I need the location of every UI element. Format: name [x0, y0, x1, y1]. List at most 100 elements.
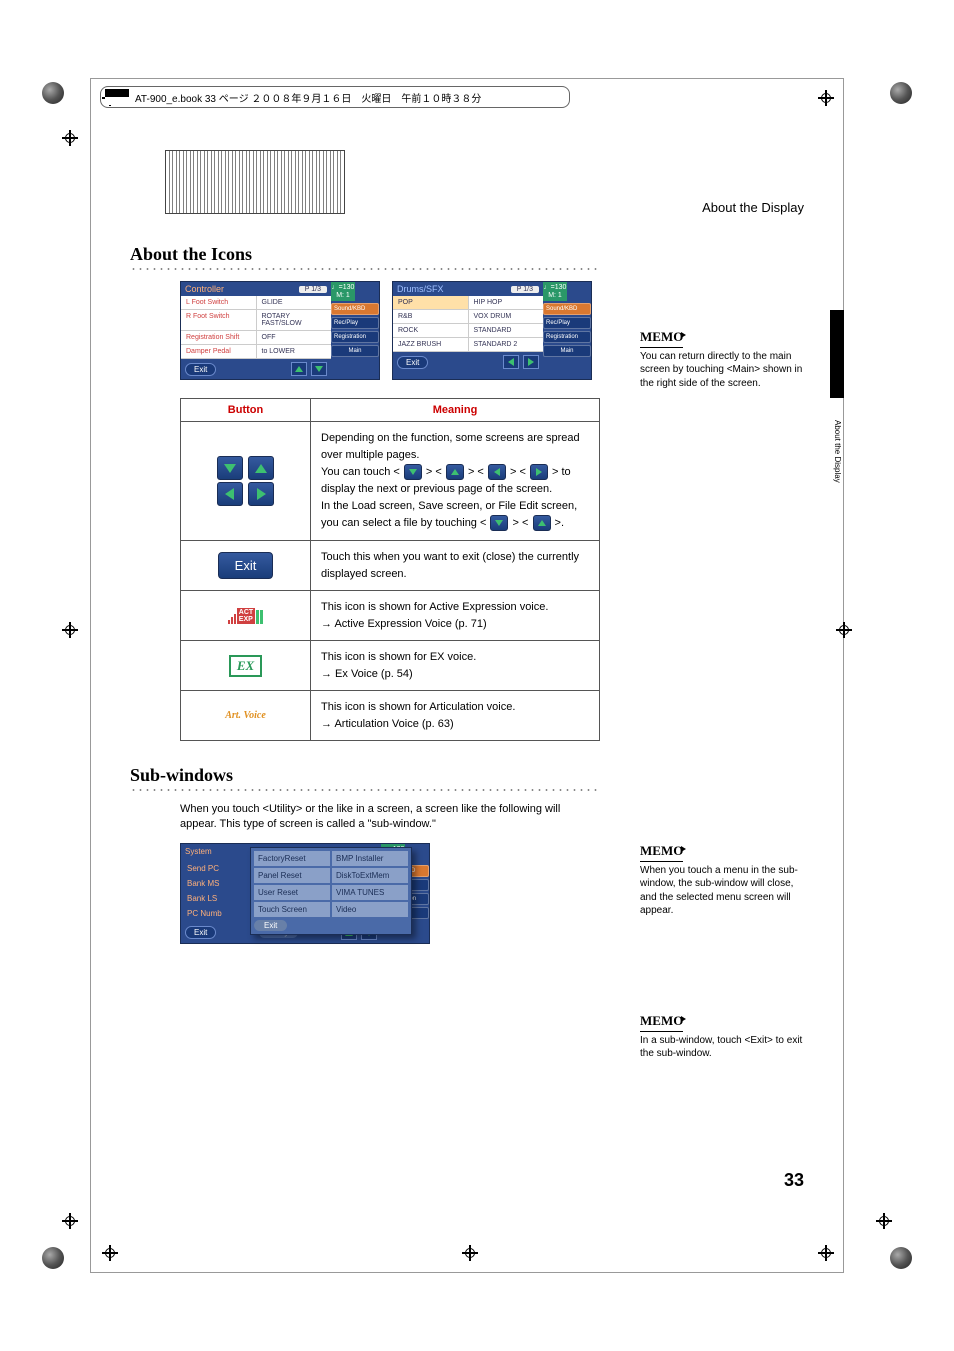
rule	[130, 788, 600, 792]
arrow-left-icon[interactable]	[217, 482, 243, 506]
table-cell-meaning: This icon is shown for EX voice. → Ex Vo…	[311, 641, 599, 690]
side-button-sound[interactable]: Sound/KBD	[331, 303, 379, 315]
exit-button[interactable]: Exit	[185, 926, 216, 939]
row-value: OFF	[256, 331, 332, 345]
row-label: Registration Shift	[181, 331, 256, 345]
ex-voice-icon: EX	[229, 655, 262, 677]
arrow-right-icon[interactable]	[248, 482, 274, 506]
arrow-up-icon[interactable]	[248, 456, 274, 480]
section-heading-subwindows: Sub-windows	[130, 765, 794, 786]
menu-item[interactable]: VIMA TUNES	[332, 885, 408, 900]
table-header-meaning: Meaning	[311, 399, 599, 422]
registration-mark	[818, 1245, 834, 1261]
table-cell-meaning: Depending on the function, some screens …	[311, 422, 599, 540]
arrow-down-icon	[490, 515, 508, 531]
page-left-icon[interactable]	[503, 355, 519, 369]
crop-mark-tr	[890, 82, 912, 104]
page-indicator: P 1/3	[511, 286, 539, 293]
side-button-main[interactable]: Main	[331, 345, 379, 357]
table-cell-meaning: This icon is shown for Active Expression…	[311, 591, 599, 640]
side-button-main[interactable]: Main	[543, 345, 591, 357]
arrow-up-icon	[533, 515, 551, 531]
registration-mark	[62, 622, 78, 638]
menu-item[interactable]: BMP Installer	[332, 851, 408, 866]
memo-label: MEMO	[640, 842, 683, 862]
menu-item[interactable]: FactoryReset	[254, 851, 330, 866]
menu-item[interactable]: Panel Reset	[254, 868, 330, 883]
page-up-icon[interactable]	[291, 362, 307, 376]
menu-item[interactable]: Video	[332, 902, 408, 917]
memo-text: In a sub-window, touch <Exit> to exit th…	[640, 1034, 810, 1061]
header-text: AT-900_e.book 33 ページ ２００８年９月１６日 火曜日 午前１０…	[135, 90, 481, 105]
row-value: STANDARD 2	[468, 338, 544, 352]
menu-item[interactable]: DiskToExtMem	[332, 868, 408, 883]
arrow-down-icon	[404, 464, 422, 480]
breadcrumb: About the Display	[702, 200, 804, 215]
table-header-button: Button	[181, 399, 311, 422]
crop-mark-br	[890, 1247, 912, 1269]
exit-button[interactable]: Exit	[185, 363, 216, 376]
row-label: R Foot Switch	[181, 310, 256, 331]
arrow-up-icon	[446, 464, 464, 480]
row-value: to LOWER	[256, 345, 332, 359]
crop-mark-bl	[42, 1247, 64, 1269]
row-value: GLIDE	[256, 296, 332, 310]
memo-label: MEMO	[640, 1012, 683, 1032]
row-label: JAZZ BRUSH	[393, 338, 468, 352]
page-down-icon[interactable]	[311, 362, 327, 376]
document-header: AT-900_e.book 33 ページ ２００８年９月１６日 火曜日 午前１０…	[100, 86, 570, 108]
keyboard-diagram	[165, 150, 345, 214]
page-right-icon[interactable]	[523, 355, 539, 369]
icon-meaning-table: Button Meaning Depending on the function…	[180, 398, 600, 741]
arrow-down-icon[interactable]	[217, 456, 243, 480]
memo-block: MEMO In a sub-window, touch <Exit> to ex…	[640, 1012, 810, 1061]
row-label: POP	[393, 296, 468, 310]
memo-text: You can return directly to the main scre…	[640, 350, 810, 391]
row-value: ROTARY FAST/SLOW	[256, 310, 332, 331]
registration-mark	[462, 1245, 478, 1261]
registration-mark	[876, 1213, 892, 1229]
menu-item[interactable]: Touch Screen	[254, 902, 330, 917]
tempo-indicator: ♩=130 M: 1	[543, 282, 567, 301]
row-label: Damper Pedal	[181, 345, 256, 359]
side-button-recplay[interactable]: Rec/Play	[543, 317, 591, 329]
side-button-recplay[interactable]: Rec/Play	[331, 317, 379, 329]
overlay-exit-button[interactable]: Exit	[254, 920, 287, 931]
screen-title: System	[185, 847, 212, 856]
memo-block: MEMO When you touch a menu in the sub-wi…	[640, 842, 810, 918]
exit-button[interactable]: Exit	[397, 356, 428, 369]
articulation-voice-icon: Art. Voice	[225, 711, 266, 721]
exit-button-icon[interactable]: Exit	[218, 552, 274, 579]
memo-label: MEMO	[640, 328, 683, 348]
sample-screen-controller: Controller P 1/3 L Foot SwitchGLIDE R Fo…	[180, 281, 380, 380]
side-button-registration[interactable]: Registration	[543, 331, 591, 343]
screen-title: Controller	[185, 284, 224, 294]
book-icon	[105, 89, 129, 105]
registration-mark	[818, 90, 834, 106]
registration-mark	[836, 622, 852, 638]
memo-text: When you touch a menu in the sub-window,…	[640, 864, 810, 918]
side-button-registration[interactable]: Registration	[331, 331, 379, 343]
side-label: About the Display	[833, 420, 842, 483]
row-value: VOX DRUM	[468, 310, 544, 324]
crop-mark-tl	[42, 82, 64, 104]
table-cell-meaning: Touch this when you want to exit (close)…	[311, 541, 599, 590]
thumb-tab	[830, 310, 844, 398]
rule	[130, 267, 600, 271]
arrow-left-icon	[488, 464, 506, 480]
menu-item[interactable]: User Reset	[254, 885, 330, 900]
subwindow-figure: System Send PC Bank MS Bank LS PC Numb E…	[180, 843, 440, 944]
tempo-indicator: ♩=130 M: 1	[331, 282, 355, 301]
registration-mark	[62, 130, 78, 146]
subwindow-overlay: FactoryReset BMP Installer Panel Reset D…	[250, 847, 412, 935]
row-label: R&B	[393, 310, 468, 324]
sample-screen-drums: Drums/SFX P 1/3 POPHIP HOP R&BVOX DRUM R…	[392, 281, 592, 380]
active-expression-icon: ACTEXP	[228, 608, 263, 624]
section-paragraph: When you touch <Utility> or the like in …	[180, 802, 600, 833]
row-value: STANDARD	[468, 324, 544, 338]
side-button-sound[interactable]: Sound/KBD	[543, 303, 591, 315]
row-label: ROCK	[393, 324, 468, 338]
memo-block: MEMO You can return directly to the main…	[640, 328, 810, 390]
registration-mark	[62, 1213, 78, 1229]
page-indicator: P 1/3	[299, 286, 327, 293]
